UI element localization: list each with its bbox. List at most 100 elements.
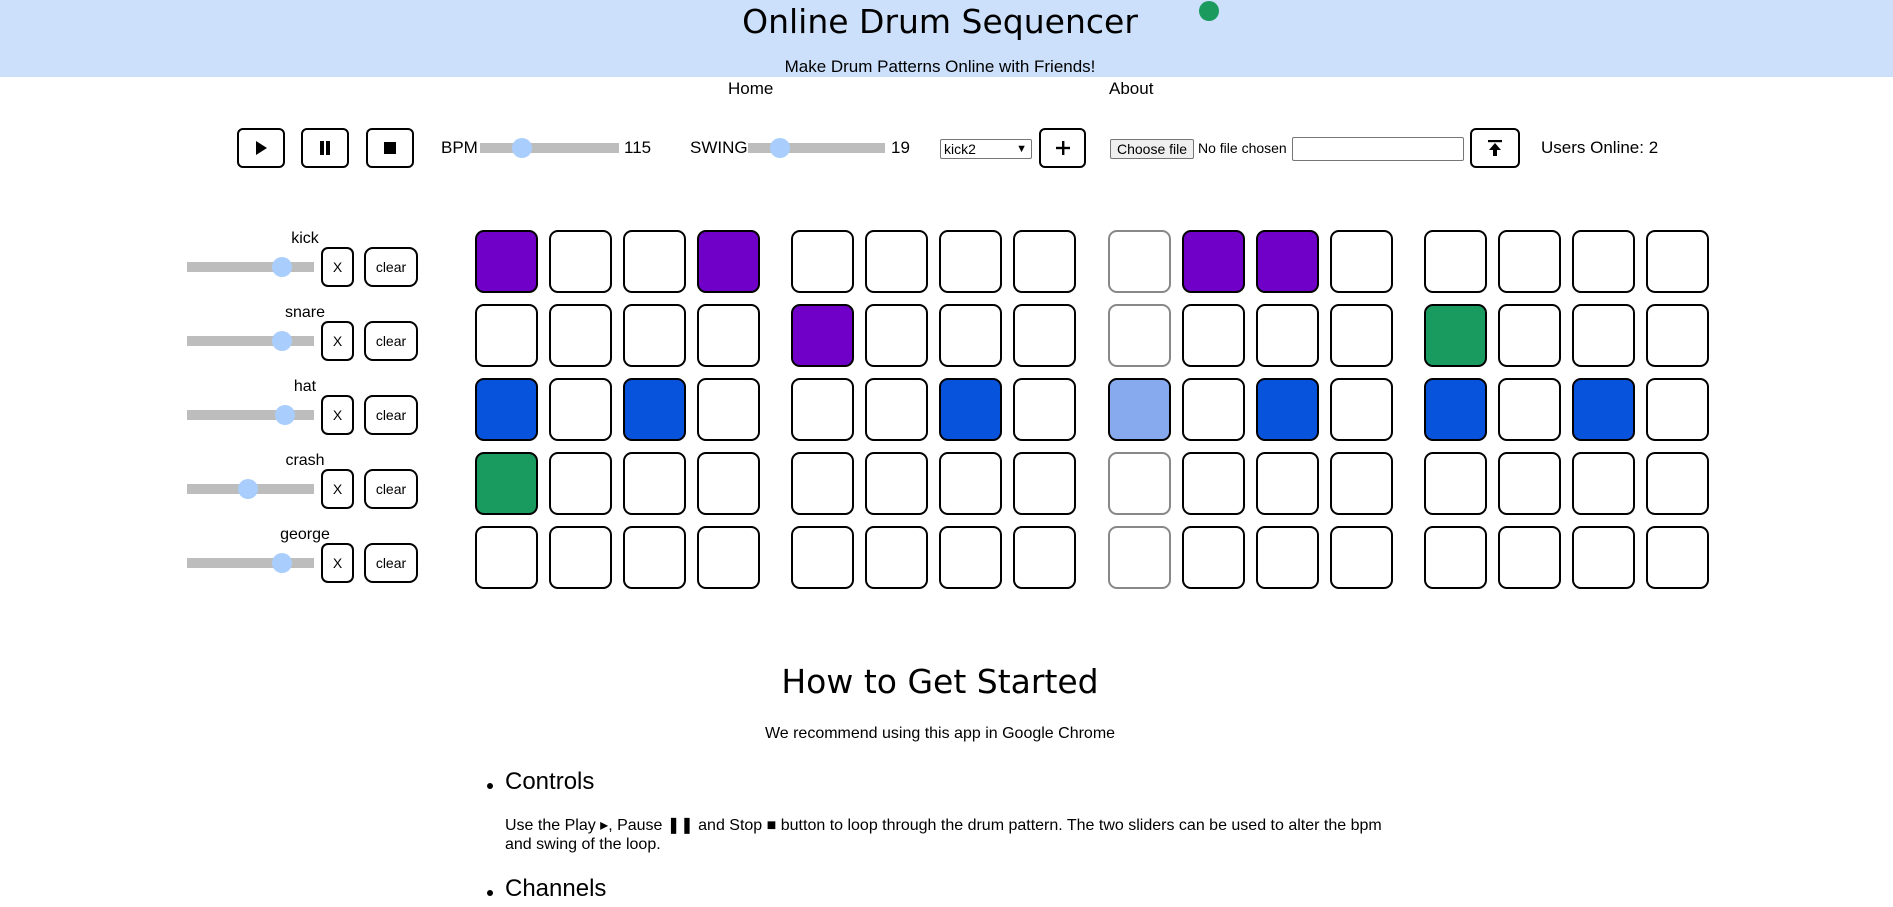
step-cell[interactable] — [791, 304, 854, 367]
step-cell[interactable] — [1182, 230, 1245, 293]
step-cell[interactable] — [1646, 452, 1709, 515]
step-cell[interactable] — [1424, 452, 1487, 515]
step-cell[interactable] — [1646, 378, 1709, 441]
step-cell[interactable] — [939, 230, 1002, 293]
step-cell[interactable] — [791, 526, 854, 589]
step-cell[interactable] — [791, 452, 854, 515]
step-cell[interactable] — [623, 304, 686, 367]
choose-file-button[interactable]: Choose file — [1110, 139, 1194, 159]
step-cell[interactable] — [1498, 230, 1561, 293]
step-cell[interactable] — [549, 526, 612, 589]
step-cell[interactable] — [1572, 452, 1635, 515]
mute-button[interactable]: X — [321, 395, 354, 435]
step-cell[interactable] — [1424, 526, 1487, 589]
clear-button[interactable]: clear — [364, 395, 418, 435]
step-cell[interactable] — [1108, 452, 1171, 515]
step-cell[interactable] — [865, 452, 928, 515]
step-cell[interactable] — [623, 452, 686, 515]
step-cell[interactable] — [1013, 304, 1076, 367]
step-cell[interactable] — [1182, 526, 1245, 589]
swing-slider[interactable] — [748, 138, 885, 158]
step-cell[interactable] — [1256, 526, 1319, 589]
mute-button[interactable]: X — [321, 321, 354, 361]
step-cell[interactable] — [865, 378, 928, 441]
volume-slider[interactable] — [187, 479, 314, 499]
step-cell[interactable] — [1256, 452, 1319, 515]
step-cell[interactable] — [1108, 526, 1171, 589]
sample-select[interactable]: kick2 ▼ — [940, 139, 1032, 159]
step-cell[interactable] — [939, 304, 1002, 367]
step-cell[interactable] — [1572, 304, 1635, 367]
step-cell[interactable] — [1256, 378, 1319, 441]
add-channel-button[interactable] — [1039, 128, 1086, 168]
step-cell[interactable] — [623, 230, 686, 293]
step-cell[interactable] — [1498, 452, 1561, 515]
step-cell[interactable] — [1182, 452, 1245, 515]
step-cell[interactable] — [475, 378, 538, 441]
step-cell[interactable] — [549, 230, 612, 293]
step-cell[interactable] — [1182, 304, 1245, 367]
step-cell[interactable] — [939, 378, 1002, 441]
step-cell[interactable] — [1498, 526, 1561, 589]
clear-button[interactable]: clear — [364, 543, 418, 583]
step-cell[interactable] — [475, 526, 538, 589]
mute-button[interactable]: X — [321, 247, 354, 287]
step-cell[interactable] — [1256, 304, 1319, 367]
bpm-slider[interactable] — [480, 138, 619, 158]
nav-home-link[interactable]: Home — [728, 79, 773, 99]
step-cell[interactable] — [1572, 378, 1635, 441]
step-cell[interactable] — [865, 304, 928, 367]
volume-slider[interactable] — [187, 257, 314, 277]
step-cell[interactable] — [623, 378, 686, 441]
step-cell[interactable] — [1646, 526, 1709, 589]
step-cell[interactable] — [1013, 230, 1076, 293]
volume-slider-thumb[interactable] — [237, 479, 258, 499]
volume-slider[interactable] — [187, 405, 314, 425]
step-cell[interactable] — [475, 452, 538, 515]
step-cell[interactable] — [1646, 230, 1709, 293]
step-cell[interactable] — [1013, 452, 1076, 515]
step-cell[interactable] — [549, 452, 612, 515]
step-cell[interactable] — [475, 230, 538, 293]
step-cell[interactable] — [697, 304, 760, 367]
volume-slider-thumb[interactable] — [274, 405, 295, 425]
step-cell[interactable] — [475, 304, 538, 367]
sample-name-input[interactable] — [1292, 137, 1464, 161]
step-cell[interactable] — [1182, 378, 1245, 441]
step-cell[interactable] — [1572, 526, 1635, 589]
step-cell[interactable] — [1013, 378, 1076, 441]
step-cell[interactable] — [1330, 452, 1393, 515]
clear-button[interactable]: clear — [364, 321, 418, 361]
step-cell[interactable] — [1108, 378, 1171, 441]
step-cell[interactable] — [1498, 378, 1561, 441]
volume-slider-thumb[interactable] — [272, 553, 293, 573]
step-cell[interactable] — [1330, 304, 1393, 367]
volume-slider-thumb[interactable] — [272, 257, 293, 277]
step-cell[interactable] — [1424, 304, 1487, 367]
step-cell[interactable] — [1424, 378, 1487, 441]
clear-button[interactable]: clear — [364, 247, 418, 287]
step-cell[interactable] — [939, 452, 1002, 515]
mute-button[interactable]: X — [321, 543, 354, 583]
upload-button[interactable] — [1470, 128, 1520, 168]
step-cell[interactable] — [1330, 230, 1393, 293]
step-cell[interactable] — [549, 304, 612, 367]
mute-button[interactable]: X — [321, 469, 354, 509]
step-cell[interactable] — [1646, 304, 1709, 367]
play-button[interactable] — [237, 128, 285, 168]
step-cell[interactable] — [791, 378, 854, 441]
step-cell[interactable] — [697, 230, 760, 293]
step-cell[interactable] — [1572, 230, 1635, 293]
volume-slider[interactable] — [187, 331, 314, 351]
step-cell[interactable] — [791, 230, 854, 293]
step-cell[interactable] — [697, 526, 760, 589]
step-cell[interactable] — [1013, 526, 1076, 589]
step-cell[interactable] — [1330, 378, 1393, 441]
pause-button[interactable] — [301, 128, 349, 168]
step-cell[interactable] — [865, 526, 928, 589]
step-cell[interactable] — [865, 230, 928, 293]
step-cell[interactable] — [1498, 304, 1561, 367]
step-cell[interactable] — [697, 378, 760, 441]
stop-button[interactable] — [366, 128, 414, 168]
step-cell[interactable] — [1424, 230, 1487, 293]
